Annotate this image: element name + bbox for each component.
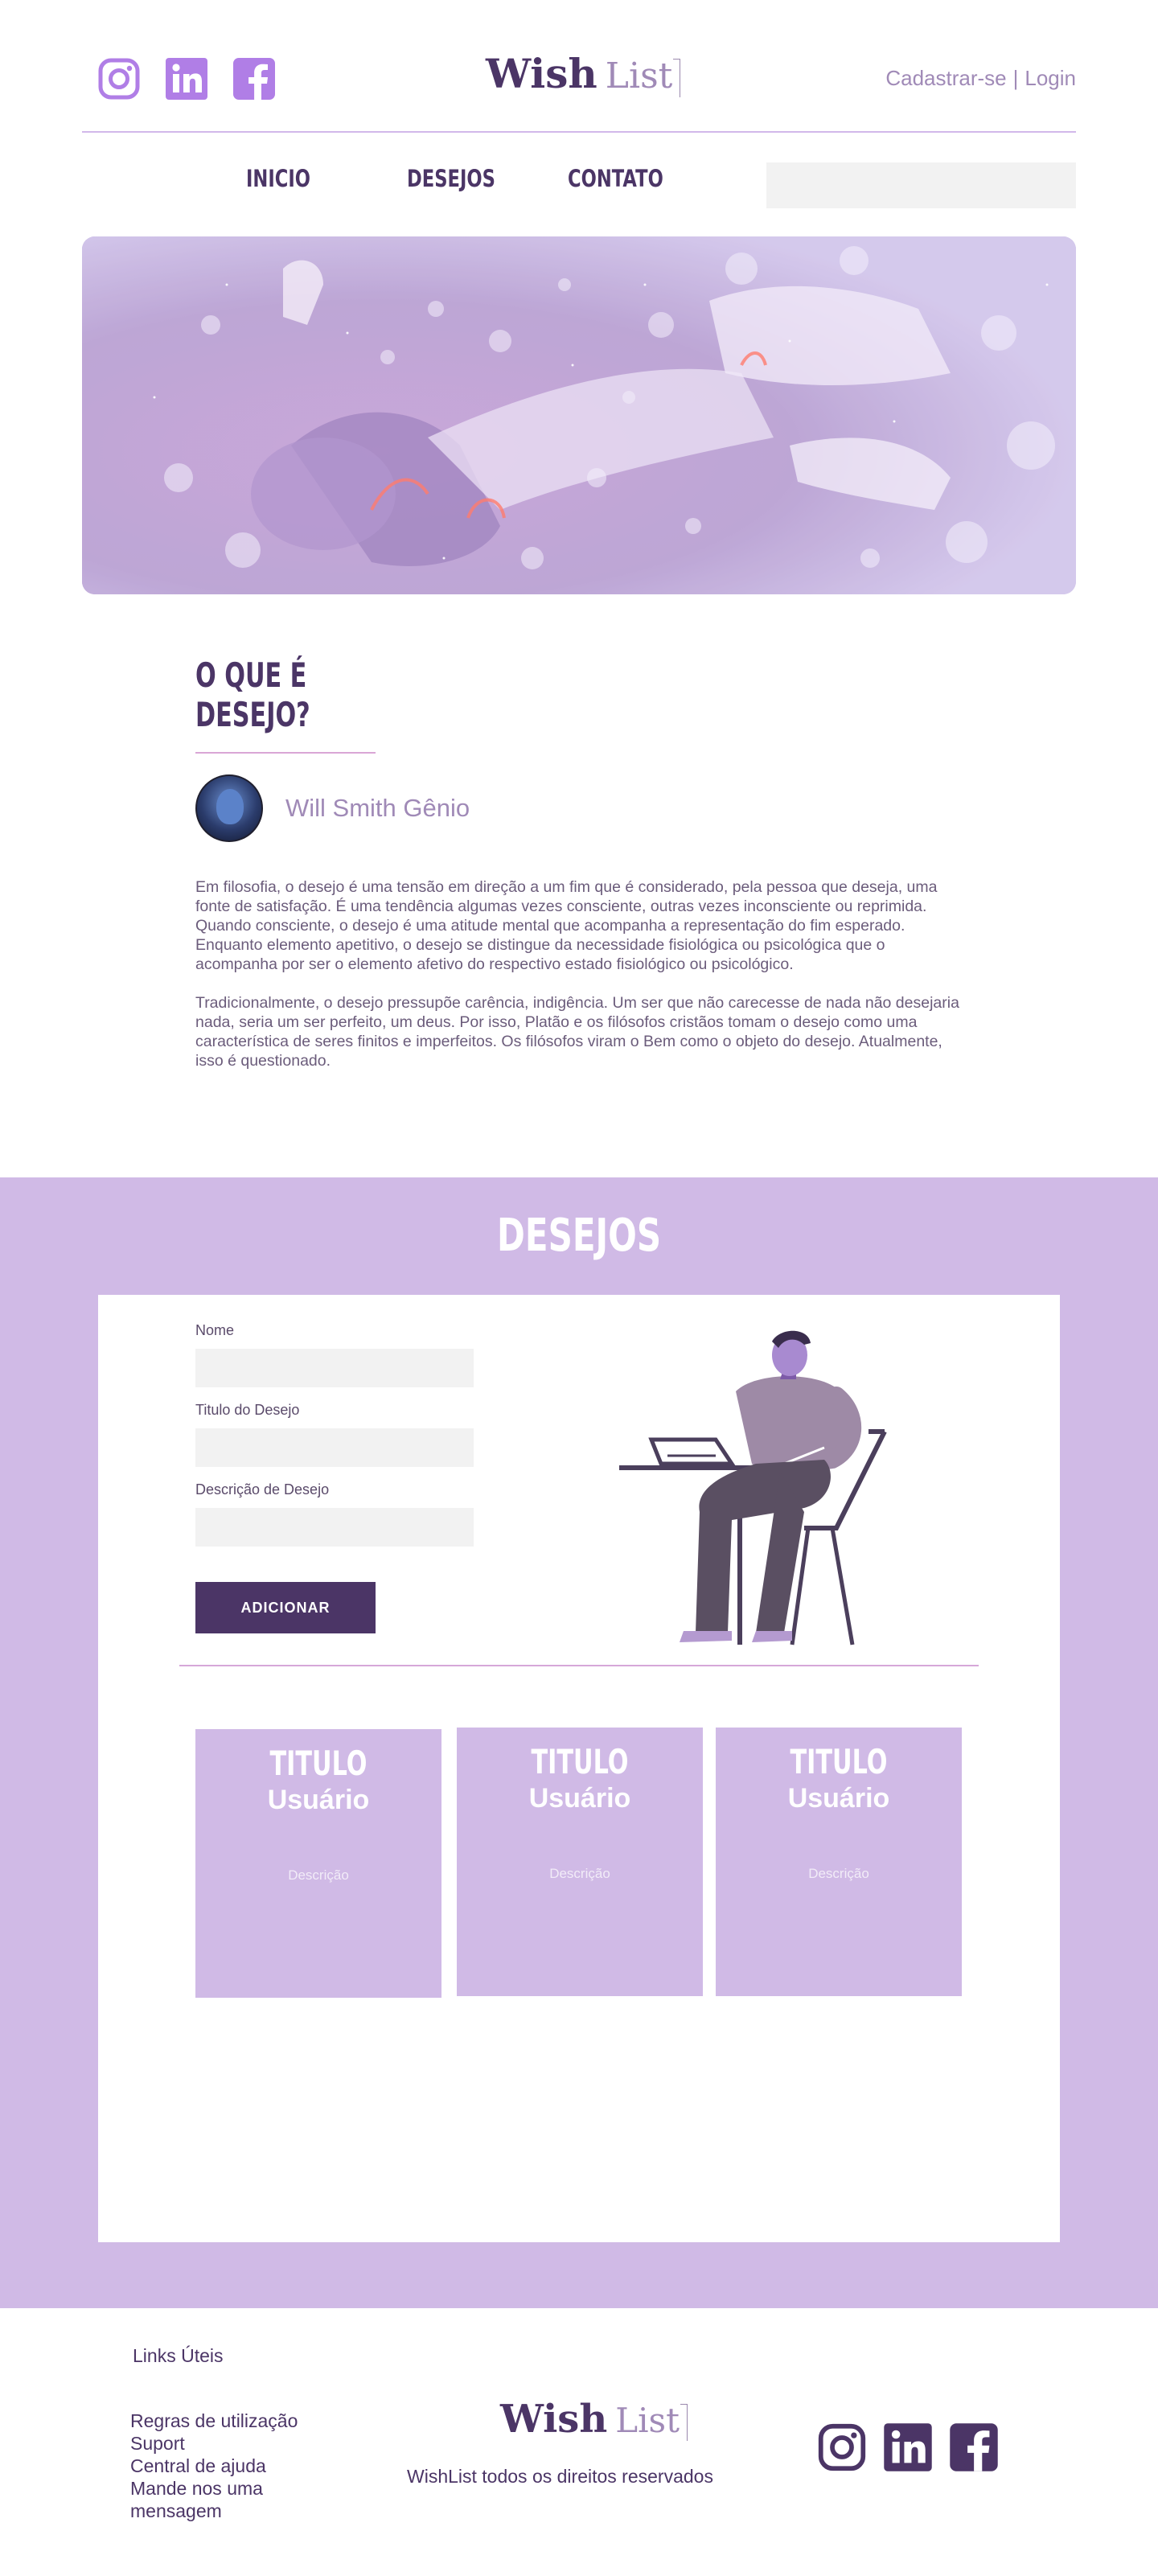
nav-item-inicio[interactable]: INICIO xyxy=(246,165,372,192)
desejos-section: DESEJOS Nome Titulo do Desejo Descrição … xyxy=(0,1177,1158,2308)
desejos-panel: Nome Titulo do Desejo Descrição de Desej… xyxy=(98,1295,1060,2242)
article-title: O QUE É DESEJO? xyxy=(195,655,310,734)
instagram-icon[interactable] xyxy=(816,2422,868,2473)
wish-title-label: Titulo do Desejo xyxy=(195,1402,300,1418)
hero-banner xyxy=(82,236,1076,594)
card-user: Usuário xyxy=(787,1783,890,1814)
logo-list-text: List xyxy=(605,55,680,97)
person-laptop-illustration xyxy=(619,1330,887,1645)
search-input[interactable] xyxy=(766,162,1076,208)
name-label: Nome xyxy=(195,1322,235,1338)
card-description: Descrição xyxy=(288,1867,349,1883)
main-nav: INICIO DESEJOS CONTATO xyxy=(246,165,729,192)
card-description: Descrição xyxy=(549,1866,610,1881)
site-header: Wish List Cadastrar-se | Login xyxy=(82,0,1076,133)
links-title: Links Úteis xyxy=(133,2345,224,2366)
auth-links: Cadastrar-se | Login xyxy=(885,66,1076,91)
footer-link-contact[interactable]: Mande nos uma mensagem xyxy=(130,2477,339,2522)
nav-item-desejos[interactable]: DESEJOS xyxy=(407,165,532,192)
author-avatar xyxy=(195,774,263,842)
wish-form: Nome Titulo do Desejo Descrição de Desej… xyxy=(195,1322,474,1633)
facebook-icon[interactable] xyxy=(948,2422,1000,2473)
copyright-text: WishList todos os direitos reservados xyxy=(407,2466,713,2487)
linkedin-icon[interactable] xyxy=(164,56,209,101)
footer-logo-wish-text: Wish xyxy=(500,2397,608,2442)
desejos-title: DESEJOS xyxy=(0,1210,1158,1262)
author-name: Will Smith Gênio xyxy=(285,794,470,822)
site-logo[interactable]: Wish List xyxy=(486,50,680,97)
footer-link-help-center[interactable]: Central de ajuda xyxy=(130,2455,339,2477)
article-section: O QUE É DESEJO? Will Smith Gênio Em filo… xyxy=(195,655,959,1070)
hero-space-illustration xyxy=(82,236,1076,594)
auth-separator: | xyxy=(1012,66,1019,90)
footer-logo-list-text: List xyxy=(615,2401,688,2441)
author-row: Will Smith Gênio xyxy=(195,774,959,842)
name-field[interactable] xyxy=(195,1349,474,1387)
title-divider xyxy=(195,752,376,754)
article-paragraph: Em filosofia, o desejo é uma tensão em d… xyxy=(195,878,938,973)
card-user: Usuário xyxy=(267,1785,370,1815)
wish-title-field[interactable] xyxy=(195,1428,474,1467)
desejos-title-text: DESEJOS xyxy=(496,1210,662,1262)
facebook-icon[interactable] xyxy=(232,56,277,101)
login-link[interactable]: Login xyxy=(1025,66,1076,91)
footer-social-links xyxy=(816,2422,1000,2473)
footer-links: Regras de utilização Suport Central de a… xyxy=(130,2410,339,2522)
wish-card[interactable]: TITULO Usuário Descrição xyxy=(195,1729,441,1998)
nav-item-contato[interactable]: CONTATO xyxy=(568,165,693,192)
card-title: TITULO xyxy=(269,1744,368,1783)
card-title: TITULO xyxy=(790,1742,888,1781)
logo-wish-text: Wish xyxy=(486,50,597,97)
footer-logo[interactable]: Wish List xyxy=(500,2397,688,2442)
article-paragraph: Tradicionalmente, o desejo pressupõe car… xyxy=(195,994,959,1070)
add-wish-button[interactable]: ADICIONAR xyxy=(195,1582,376,1633)
wish-description-field[interactable] xyxy=(195,1508,474,1547)
card-description: Descrição xyxy=(808,1866,869,1881)
site-footer: Links Úteis Regras de utilização Suport … xyxy=(0,2308,1158,2576)
card-title: TITULO xyxy=(531,1742,629,1781)
panel-divider xyxy=(179,1665,979,1666)
wish-cards: TITULO Usuário Descrição TITULO Usuário … xyxy=(195,1728,963,1998)
signup-link[interactable]: Cadastrar-se xyxy=(885,66,1006,91)
header-social-links xyxy=(96,56,277,101)
card-user: Usuário xyxy=(528,1783,631,1814)
wish-card[interactable]: TITULO Usuário Descrição xyxy=(716,1728,962,1996)
instagram-icon[interactable] xyxy=(96,56,142,101)
footer-link-rules[interactable]: Regras de utilização xyxy=(130,2410,339,2432)
linkedin-icon[interactable] xyxy=(882,2422,934,2473)
footer-link-support[interactable]: Suport xyxy=(130,2432,339,2455)
wish-card[interactable]: TITULO Usuário Descrição xyxy=(457,1728,703,1996)
wish-description-label: Descrição de Desejo xyxy=(195,1481,330,1498)
